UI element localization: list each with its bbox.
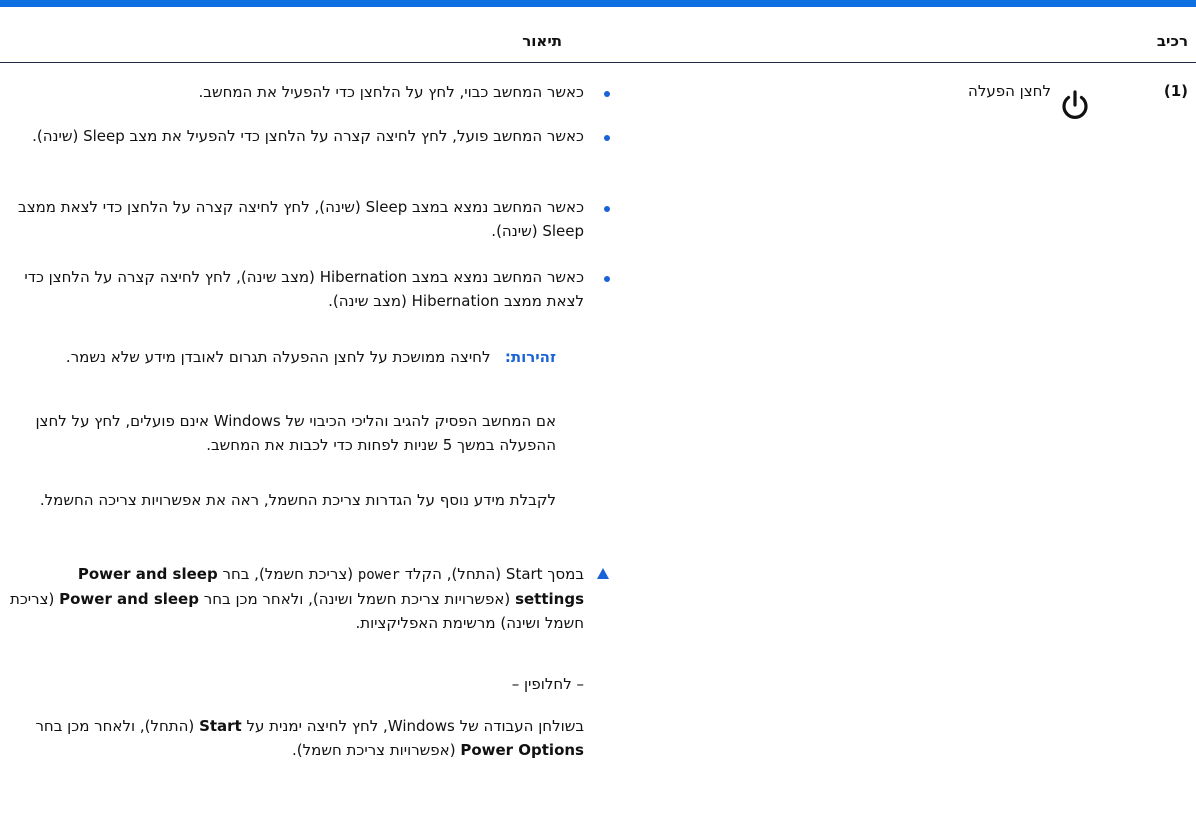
step-text: (אפשרויות צריכת חשמל). [292,741,461,759]
power-options-label: Power Options [460,741,584,759]
row-number: (1) [1163,82,1188,100]
list-item: כאשר המחשב פועל, לחץ לחיצה קצרה על הלחצן… [32,127,584,145]
header-description: תיאור [522,32,562,50]
list-item: כאשר המחשב נמצא במצב Hibernation (מצב שי… [24,268,584,310]
header-divider [0,62,1196,63]
bullet-dot [604,206,610,212]
step-triangle-icon [597,568,609,579]
bullet-dot [604,276,610,282]
step-text: במסך Start (התחל), הקלד [400,565,584,583]
top-accent-bar [0,0,1196,7]
bullet-dot [604,91,610,97]
list-item: כאשר המחשב נמצא במצב Sleep (שינה), לחץ ל… [18,198,584,240]
start-label: Start [199,717,242,735]
list-item: כאשר המחשב כבוי, לחץ על הלחצן כדי להפעיל… [198,83,585,101]
caution-body: לחיצה ממושכת על לחצן ההפעלה תגרום לאובדן… [65,348,491,366]
shutdown-paragraph: אם המחשב הפסיק להגיב והליכי הכיבוי של Wi… [35,412,556,454]
header-component: רכיב [1156,32,1188,50]
component-name: לחצן הפעלה [968,82,1051,100]
alternative-separator: – לחלופין – [511,675,584,693]
step2-instructions: בשולחן העבודה של Windows, לחץ לחיצה ימני… [4,714,584,762]
step-instructions: במסך Start (התחל), הקלד power (צריכת חשמ… [4,562,584,635]
power-and-sleep-label: Power and sleep [59,590,199,608]
step-text: (התחל), ולאחר מכן בחר [35,717,200,735]
caution-text: זהירות: לחיצה ממושכת על לחצן ההפעלה תגרו… [4,345,556,369]
code-power: power [357,567,400,583]
step-text: (אפשרויות צריכת חשמל ושינה), ולאחר מכן ב… [198,590,516,608]
power-icon [1062,90,1088,119]
bullet-dot [604,135,610,141]
more-info-paragraph: לקבלת מידע נוסף על הגדרות צריכת החשמל, ר… [39,491,556,509]
step-text: (צריכת חשמל), בחר [217,565,358,583]
step-text: בשולחן העבודה של Windows, לחץ לחיצה ימני… [241,717,585,735]
caution-label: זהירות: [504,348,556,366]
